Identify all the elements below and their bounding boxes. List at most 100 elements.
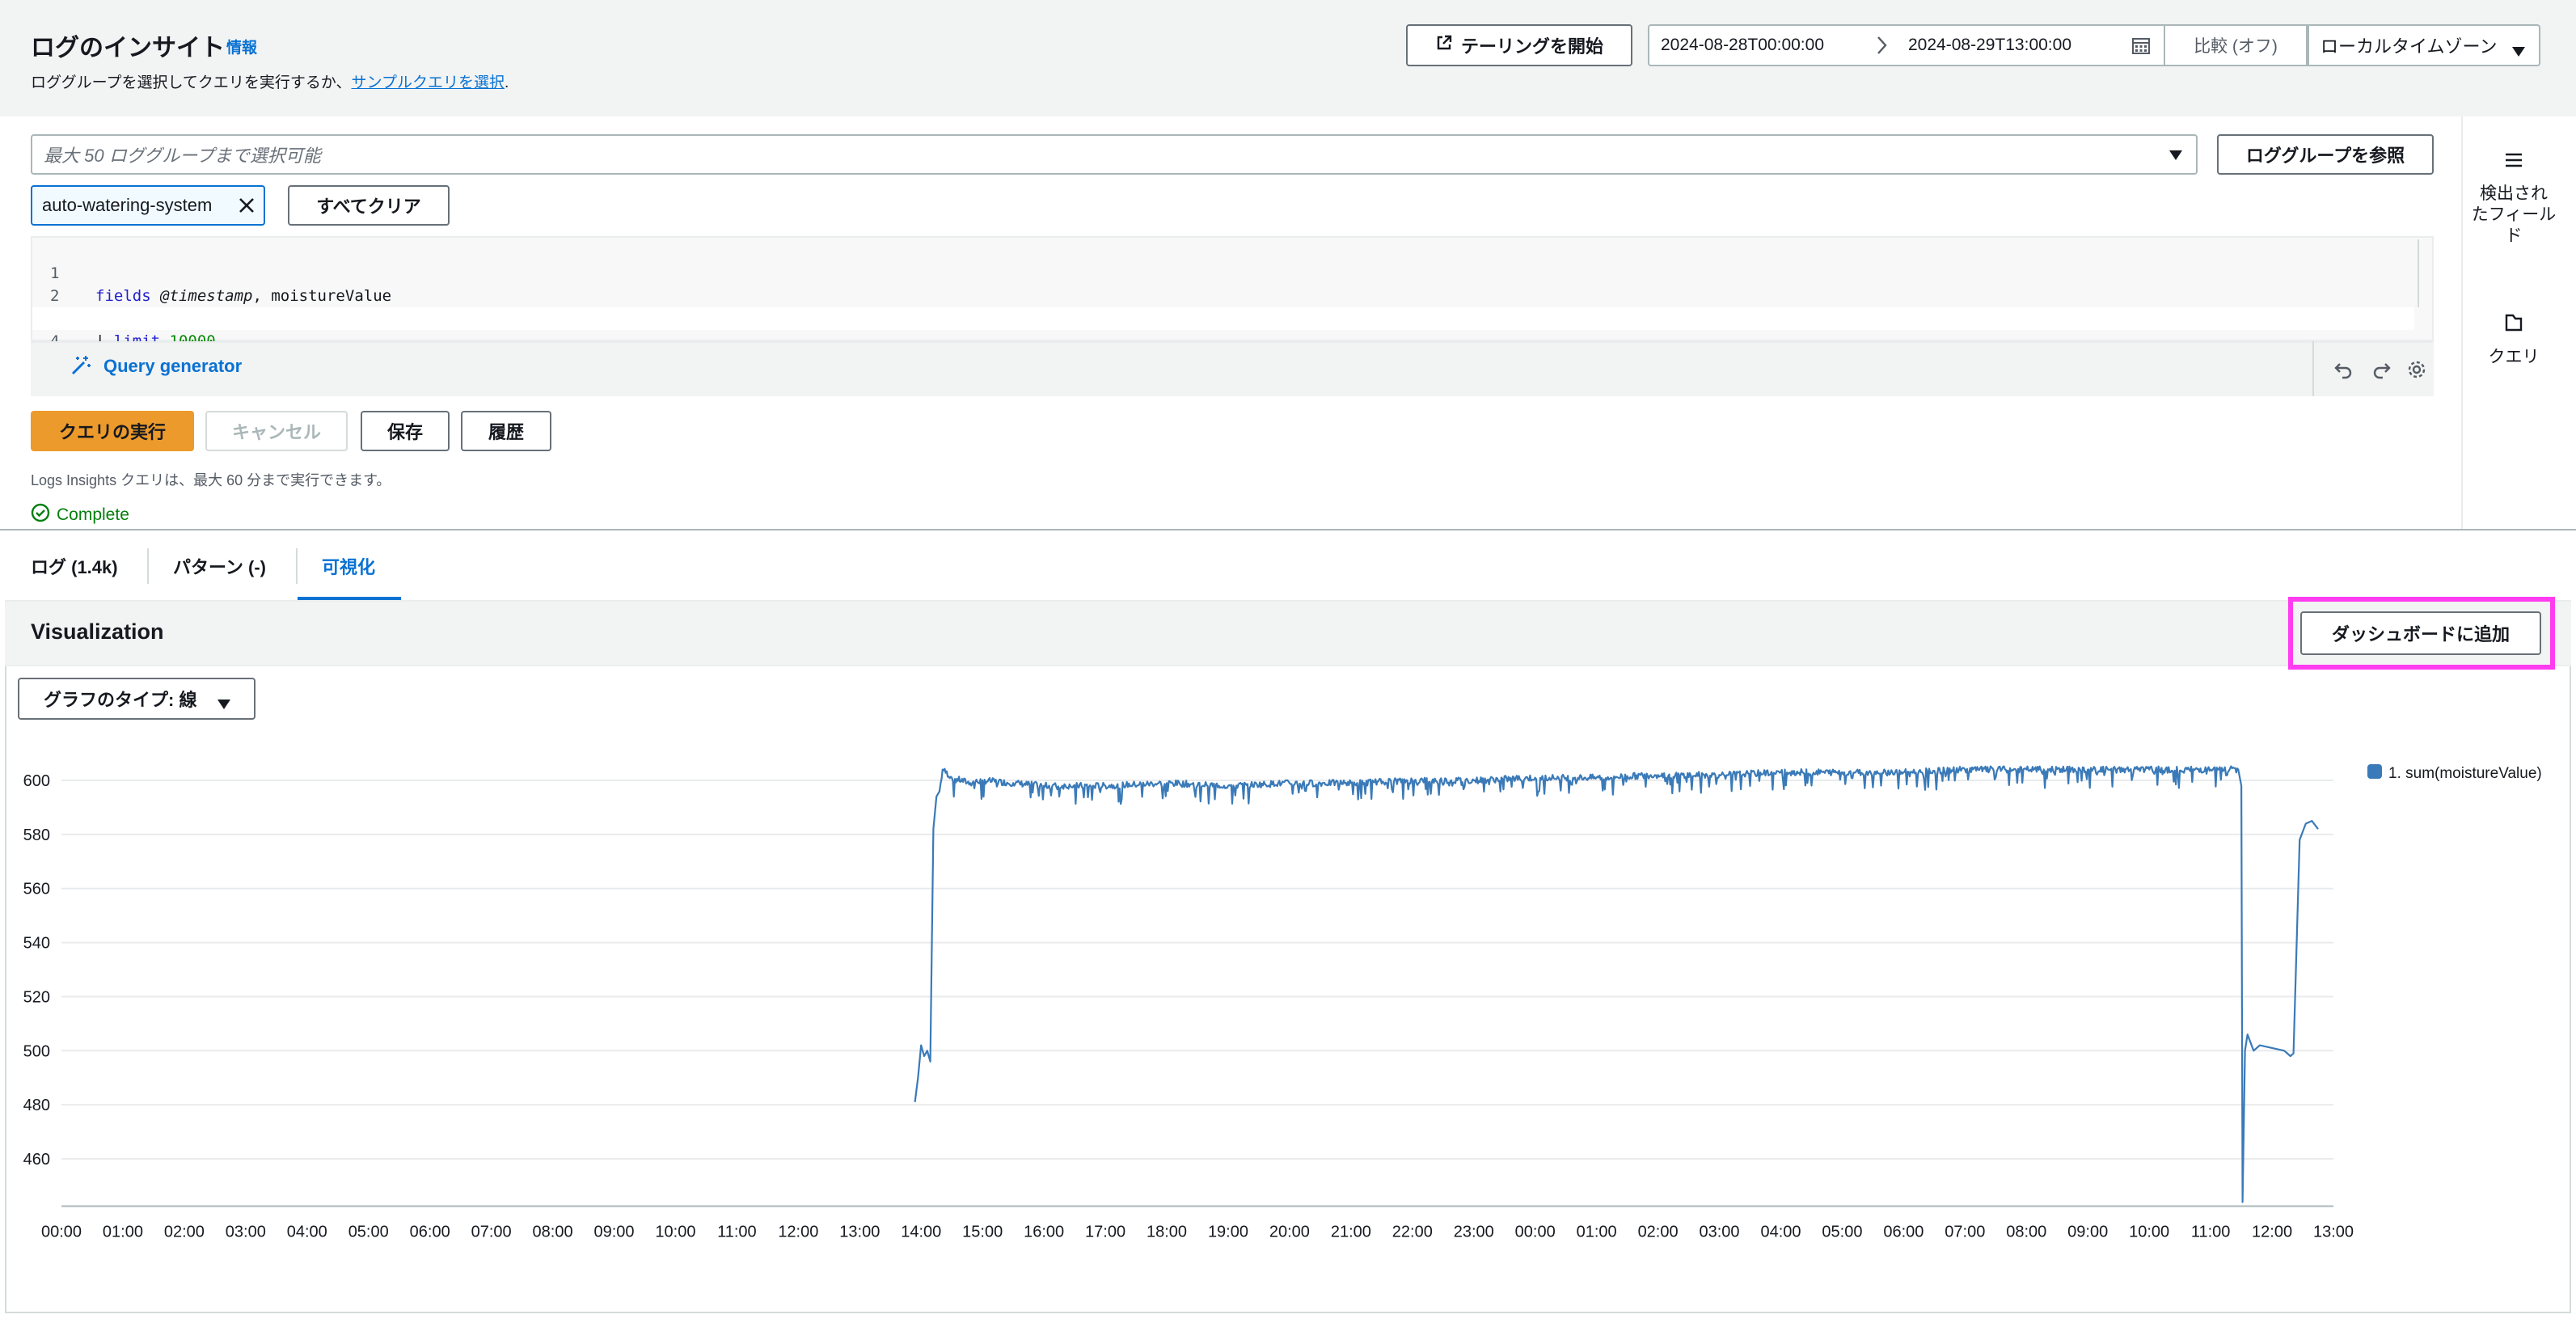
tab-logs[interactable]: ログ (1.4k) xyxy=(31,553,118,579)
x-tick-label: 04:00 xyxy=(1760,1224,1801,1241)
page-title: ログのインサイト xyxy=(31,35,225,61)
x-tick-label: 02:00 xyxy=(164,1224,205,1241)
visualization-header xyxy=(5,600,2571,666)
run-query-button[interactable]: クエリの実行 xyxy=(31,411,194,451)
graph-type-label: グラフのタイプ: 線 xyxy=(44,690,197,710)
x-tick-label: 08:00 xyxy=(533,1224,573,1241)
tab-patterns[interactable]: パターン (-) xyxy=(173,553,266,579)
timezone-label: ローカルタイムゾーン xyxy=(2321,36,2498,57)
query-code-editor[interactable]: 1 fields @timestamp, moistureValue 2 | s… xyxy=(31,236,2434,373)
x-tick-label: 03:00 xyxy=(226,1224,266,1241)
y-tick-label: 600 xyxy=(23,772,50,790)
x-tick-label: 10:00 xyxy=(2129,1224,2169,1241)
side-item-label: 検出され xyxy=(2480,184,2548,203)
x-tick-label: 13:00 xyxy=(2313,1224,2354,1241)
x-tick-label: 06:00 xyxy=(410,1224,450,1241)
x-tick-label: 01:00 xyxy=(103,1224,143,1241)
x-tick-label: 17:00 xyxy=(1085,1224,1125,1241)
y-tick-label: 500 xyxy=(23,1042,50,1060)
code-line-active: 4 | stats sum(moistureValue) by bin(60s) xyxy=(32,307,2414,373)
x-tick-label: 04:00 xyxy=(287,1224,327,1241)
x-tick-label: 11:00 xyxy=(2191,1224,2231,1241)
redo-icon[interactable] xyxy=(2371,359,2392,384)
legend-label: 1. sum(moistureValue) xyxy=(2388,765,2542,782)
code-text: fields @timestamp, moistureValue xyxy=(95,287,392,305)
x-tick-label: 21:00 xyxy=(1331,1224,1371,1241)
info-link[interactable]: 情報 xyxy=(226,36,257,57)
code-line: 1 fields @timestamp, moistureValue xyxy=(32,239,391,305)
x-tick-label: 14:00 xyxy=(901,1224,941,1241)
y-tick-label: 480 xyxy=(23,1097,50,1114)
save-button[interactable]: 保存 xyxy=(361,411,450,451)
folder-icon xyxy=(2505,314,2523,332)
discovered-fields-toggle[interactable]: 検出され たフィール ド xyxy=(2463,150,2565,247)
chart-svg: 460 480 500 520 540 560 580 600 00:00 01:00 02:00 0… xyxy=(23,764,2542,1241)
close-icon[interactable] xyxy=(238,197,255,218)
sample-query-link[interactable]: サンプルクエリを選択 xyxy=(352,74,505,91)
x-tick-label: 03:00 xyxy=(1700,1224,1740,1241)
panel-border xyxy=(5,1312,2571,1313)
x-tick-label: 06:00 xyxy=(1883,1224,1924,1241)
x-tick-label: 11:00 xyxy=(717,1224,757,1241)
history-button[interactable]: 履歴 xyxy=(461,411,551,451)
x-tick-label: 01:00 xyxy=(1577,1224,1617,1241)
external-link-icon xyxy=(1435,34,1453,57)
x-tick-label: 15:00 xyxy=(962,1224,1003,1241)
tab-visualization[interactable]: 可視化 xyxy=(322,553,375,579)
highlight-box xyxy=(2288,597,2555,670)
settings-gear-icon[interactable] xyxy=(2406,359,2427,384)
x-tick-label: 08:00 xyxy=(2006,1224,2046,1241)
caret-down-icon xyxy=(217,694,231,715)
x-tick-label: 19:00 xyxy=(1208,1224,1248,1241)
start-tailing-label: テーリングを開始 xyxy=(1460,36,1603,57)
browse-loggroups-button[interactable]: ロググループを参照 xyxy=(2217,134,2434,175)
subtitle-text: ロググループを選択してクエリを実行するか、 xyxy=(31,74,352,91)
loggroup-placeholder: 最大 50 ロググループまで選択可能 xyxy=(44,146,321,166)
x-tick-label: 20:00 xyxy=(1269,1224,1310,1241)
date-end: 2024-08-29T13:00:00 xyxy=(1908,36,2071,54)
series-line xyxy=(914,765,2319,1203)
query-status: Complete xyxy=(31,503,129,527)
caret-down-icon xyxy=(2168,150,2183,165)
query-hint: Logs Insights クエリは、最大 60 分まで実行できます。 xyxy=(31,472,391,488)
x-tick-label: 05:00 xyxy=(1822,1224,1862,1241)
tab-separator xyxy=(296,548,298,584)
visualization-title: Visualization xyxy=(31,619,164,644)
subtitle-suffix: . xyxy=(504,74,509,91)
selected-loggroup-token: auto-watering-system xyxy=(31,185,265,226)
tab-separator xyxy=(147,548,149,584)
graph-type-select[interactable]: グラフのタイプ: 線 xyxy=(18,678,255,720)
x-tick-label: 18:00 xyxy=(1147,1224,1187,1241)
list-icon xyxy=(2506,153,2522,167)
x-tick-label: 16:00 xyxy=(1024,1224,1064,1241)
caret-down-icon xyxy=(2511,41,2526,62)
code-line: 2 | sort @timestamp desc xyxy=(32,262,299,328)
x-tick-label: 05:00 xyxy=(348,1224,389,1241)
magic-wand-icon xyxy=(70,354,92,381)
y-tick-label: 580 xyxy=(23,826,50,844)
compare-toggle-button[interactable]: 比較 (オフ) xyxy=(2165,24,2308,66)
x-tick-label: 12:00 xyxy=(778,1224,818,1241)
x-tick-label: 23:00 xyxy=(1454,1224,1494,1241)
side-panel: 検出され たフィール ド クエリ xyxy=(2461,116,2563,529)
x-tick-label: 12:00 xyxy=(2252,1224,2292,1241)
x-tick-label: 22:00 xyxy=(1392,1224,1433,1241)
start-tailing-button[interactable]: テーリングを開始 xyxy=(1406,24,1632,66)
x-tick-label: 00:00 xyxy=(1515,1224,1556,1241)
query-generator-link[interactable]: Query generator xyxy=(103,356,242,377)
editor-scrollbar[interactable] xyxy=(2418,239,2432,307)
x-tick-label: 13:00 xyxy=(839,1224,880,1241)
side-item-label: クエリ xyxy=(2488,348,2540,366)
page-subtitle: ロググループを選択してクエリを実行するか、サンプルクエリを選択. xyxy=(31,70,509,92)
queries-toggle[interactable]: クエリ xyxy=(2463,312,2565,368)
timezone-select[interactable]: ローカルタイムゾーン xyxy=(2308,24,2540,66)
undo-icon[interactable] xyxy=(2333,359,2354,384)
side-item-label: たフィール xyxy=(2471,205,2557,224)
date-range-picker[interactable]: 2024-08-28T00:00:00 2024-08-29T13:00:00 xyxy=(1648,24,2165,66)
loggroup-select[interactable]: 最大 50 ロググループまで選択可能 xyxy=(31,134,2198,175)
clear-all-button[interactable]: すべてクリア xyxy=(288,185,450,226)
x-tick-label: 10:00 xyxy=(655,1224,695,1241)
side-item-label: ド xyxy=(2505,226,2523,245)
line-chart: 460 480 500 520 540 560 580 600 00:00 01:00 02:00 0… xyxy=(0,728,2576,1323)
y-tick-label: 520 xyxy=(23,988,50,1006)
